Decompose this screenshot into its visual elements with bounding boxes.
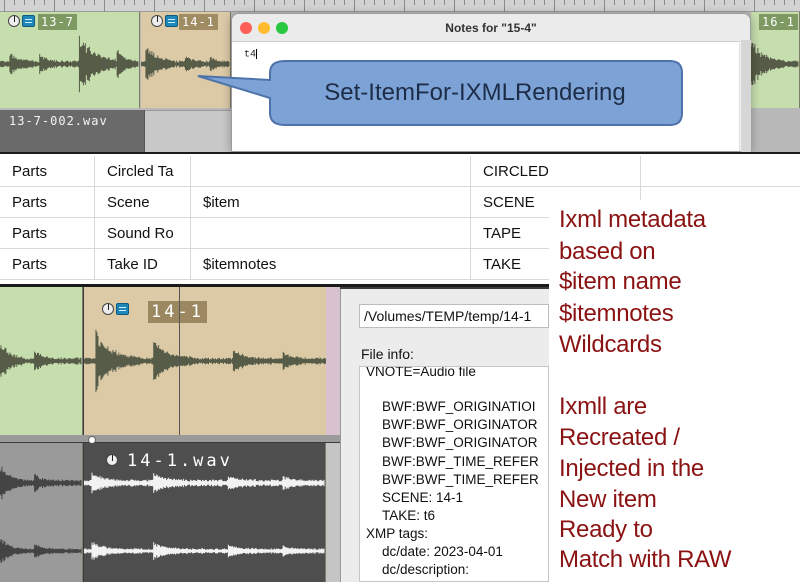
info-line: VNOTE=Audio file (366, 366, 476, 379)
table-row[interactable]: Parts Circled Ta CIRCLED (0, 156, 800, 187)
annotation-line: $itemnotes (559, 300, 674, 327)
item-label: 14-1 (148, 301, 207, 323)
item-icons (151, 15, 178, 27)
waveform-path (0, 345, 82, 377)
item-label: 14-1 (179, 14, 218, 30)
annotation-line: New item (559, 486, 657, 513)
info-line: BWF:BWF_ORIGINATIOI (382, 399, 536, 414)
table-cell: Parts (0, 218, 95, 249)
annotation-text-block: Ixml metadata based on $item name $itemn… (549, 200, 800, 582)
timeline-ruler[interactable] (0, 0, 800, 12)
info-line: SCENE: 14-1 (382, 490, 464, 505)
item-label: 16-1 (759, 14, 798, 30)
callout-text: Set-ItemFor-IXMLRendering (324, 79, 626, 106)
info-line: XMP tags: (366, 526, 429, 541)
table-cell: Parts (0, 249, 95, 280)
item-label: 13-7-002.wav (6, 113, 111, 129)
waveform-path (0, 539, 82, 563)
waveform (0, 345, 82, 377)
table-cell: $item (191, 187, 471, 218)
media-item-14-1[interactable]: 14-1 (84, 287, 340, 435)
table-cell (191, 156, 471, 187)
info-line: TAKE: t6 (382, 508, 436, 523)
media-item-13-7-002[interactable]: 13-7-002.wav (0, 110, 145, 152)
media-item-grey[interactable] (0, 443, 83, 582)
file-path-field[interactable]: /Volumes/TEMP/temp/14-1 (359, 304, 549, 328)
annotation-line: Match with RAW (559, 546, 732, 573)
volume-knob-icon[interactable] (8, 15, 20, 27)
edit-cursor[interactable] (179, 287, 180, 435)
waveform (0, 466, 82, 563)
annotation-line: based on (559, 238, 656, 265)
info-line: dc/date: 2023-04-01 (382, 544, 503, 559)
media-item-13-7[interactable]: 13-7 (0, 12, 140, 108)
table-cell: Parts (0, 156, 95, 187)
notes-icon[interactable] (22, 15, 35, 27)
waveform-path (84, 329, 339, 393)
vertical-divider (741, 40, 751, 152)
table-cell: Parts (0, 187, 95, 218)
table-cell: Take ID (95, 249, 191, 280)
table-cell (191, 218, 471, 249)
info-line: BWF:BWF_TIME_REFER (382, 454, 539, 469)
info-line: BWF:BWF_TIME_REFER (382, 472, 539, 487)
annotation-line: Injected in the (559, 455, 704, 482)
notes-icon[interactable] (165, 15, 178, 27)
track-lane[interactable] (326, 443, 340, 582)
item-icons (106, 454, 118, 466)
volume-knob-icon[interactable] (106, 454, 118, 466)
waveform (0, 35, 139, 93)
table-cell: Circled Ta (95, 156, 191, 187)
waveform-path (84, 472, 325, 494)
media-item-16-1[interactable]: 16-1 (751, 12, 800, 108)
info-line: BWF:BWF_ORIGINATOR (382, 417, 538, 432)
annotation-line: $item name (559, 268, 682, 295)
file-info-list[interactable]: VNOTE=Audio file BWF:BWF_ORIGINATIOI BWF… (359, 366, 549, 582)
media-item-14-1-wav[interactable]: 14-1.wav (84, 443, 326, 582)
table-cell: $itemnotes (191, 249, 471, 280)
annotation-line: Ready to (559, 516, 653, 543)
annotation-line: Recreated / (559, 424, 680, 451)
waveform-path (0, 35, 139, 93)
info-line: dc/description: (382, 562, 470, 577)
window-title: Notes for "15-4" (445, 21, 537, 35)
table-cell: Scene (95, 187, 191, 218)
annotation-line: Ixmll are (559, 393, 647, 420)
item-icons (102, 303, 129, 315)
item-icons (8, 15, 35, 27)
volume-knob-icon[interactable] (151, 15, 163, 27)
annotation-line: Ixml metadata (559, 206, 706, 233)
waveform (751, 42, 799, 86)
table-cell: CIRCLED (471, 156, 641, 187)
info-line: BWF:BWF_ORIGINATOR (382, 435, 538, 450)
item-label: 13-7 (38, 14, 77, 30)
window-titlebar[interactable]: Notes for "15-4" (232, 14, 750, 42)
waveform-path (0, 466, 82, 500)
waveform-path (751, 42, 799, 86)
track-lane[interactable] (326, 287, 340, 435)
annotation-line: Wildcards (559, 331, 662, 358)
waveform-path (84, 542, 325, 560)
table-cell: Sound Ro (95, 218, 191, 249)
notes-icon[interactable] (116, 303, 129, 315)
volume-knob-icon[interactable] (102, 303, 114, 315)
track-divider[interactable] (0, 435, 340, 442)
media-item-green[interactable] (0, 287, 83, 435)
item-label: 14-1.wav (124, 450, 236, 472)
file-info-label: File info: (361, 346, 414, 362)
